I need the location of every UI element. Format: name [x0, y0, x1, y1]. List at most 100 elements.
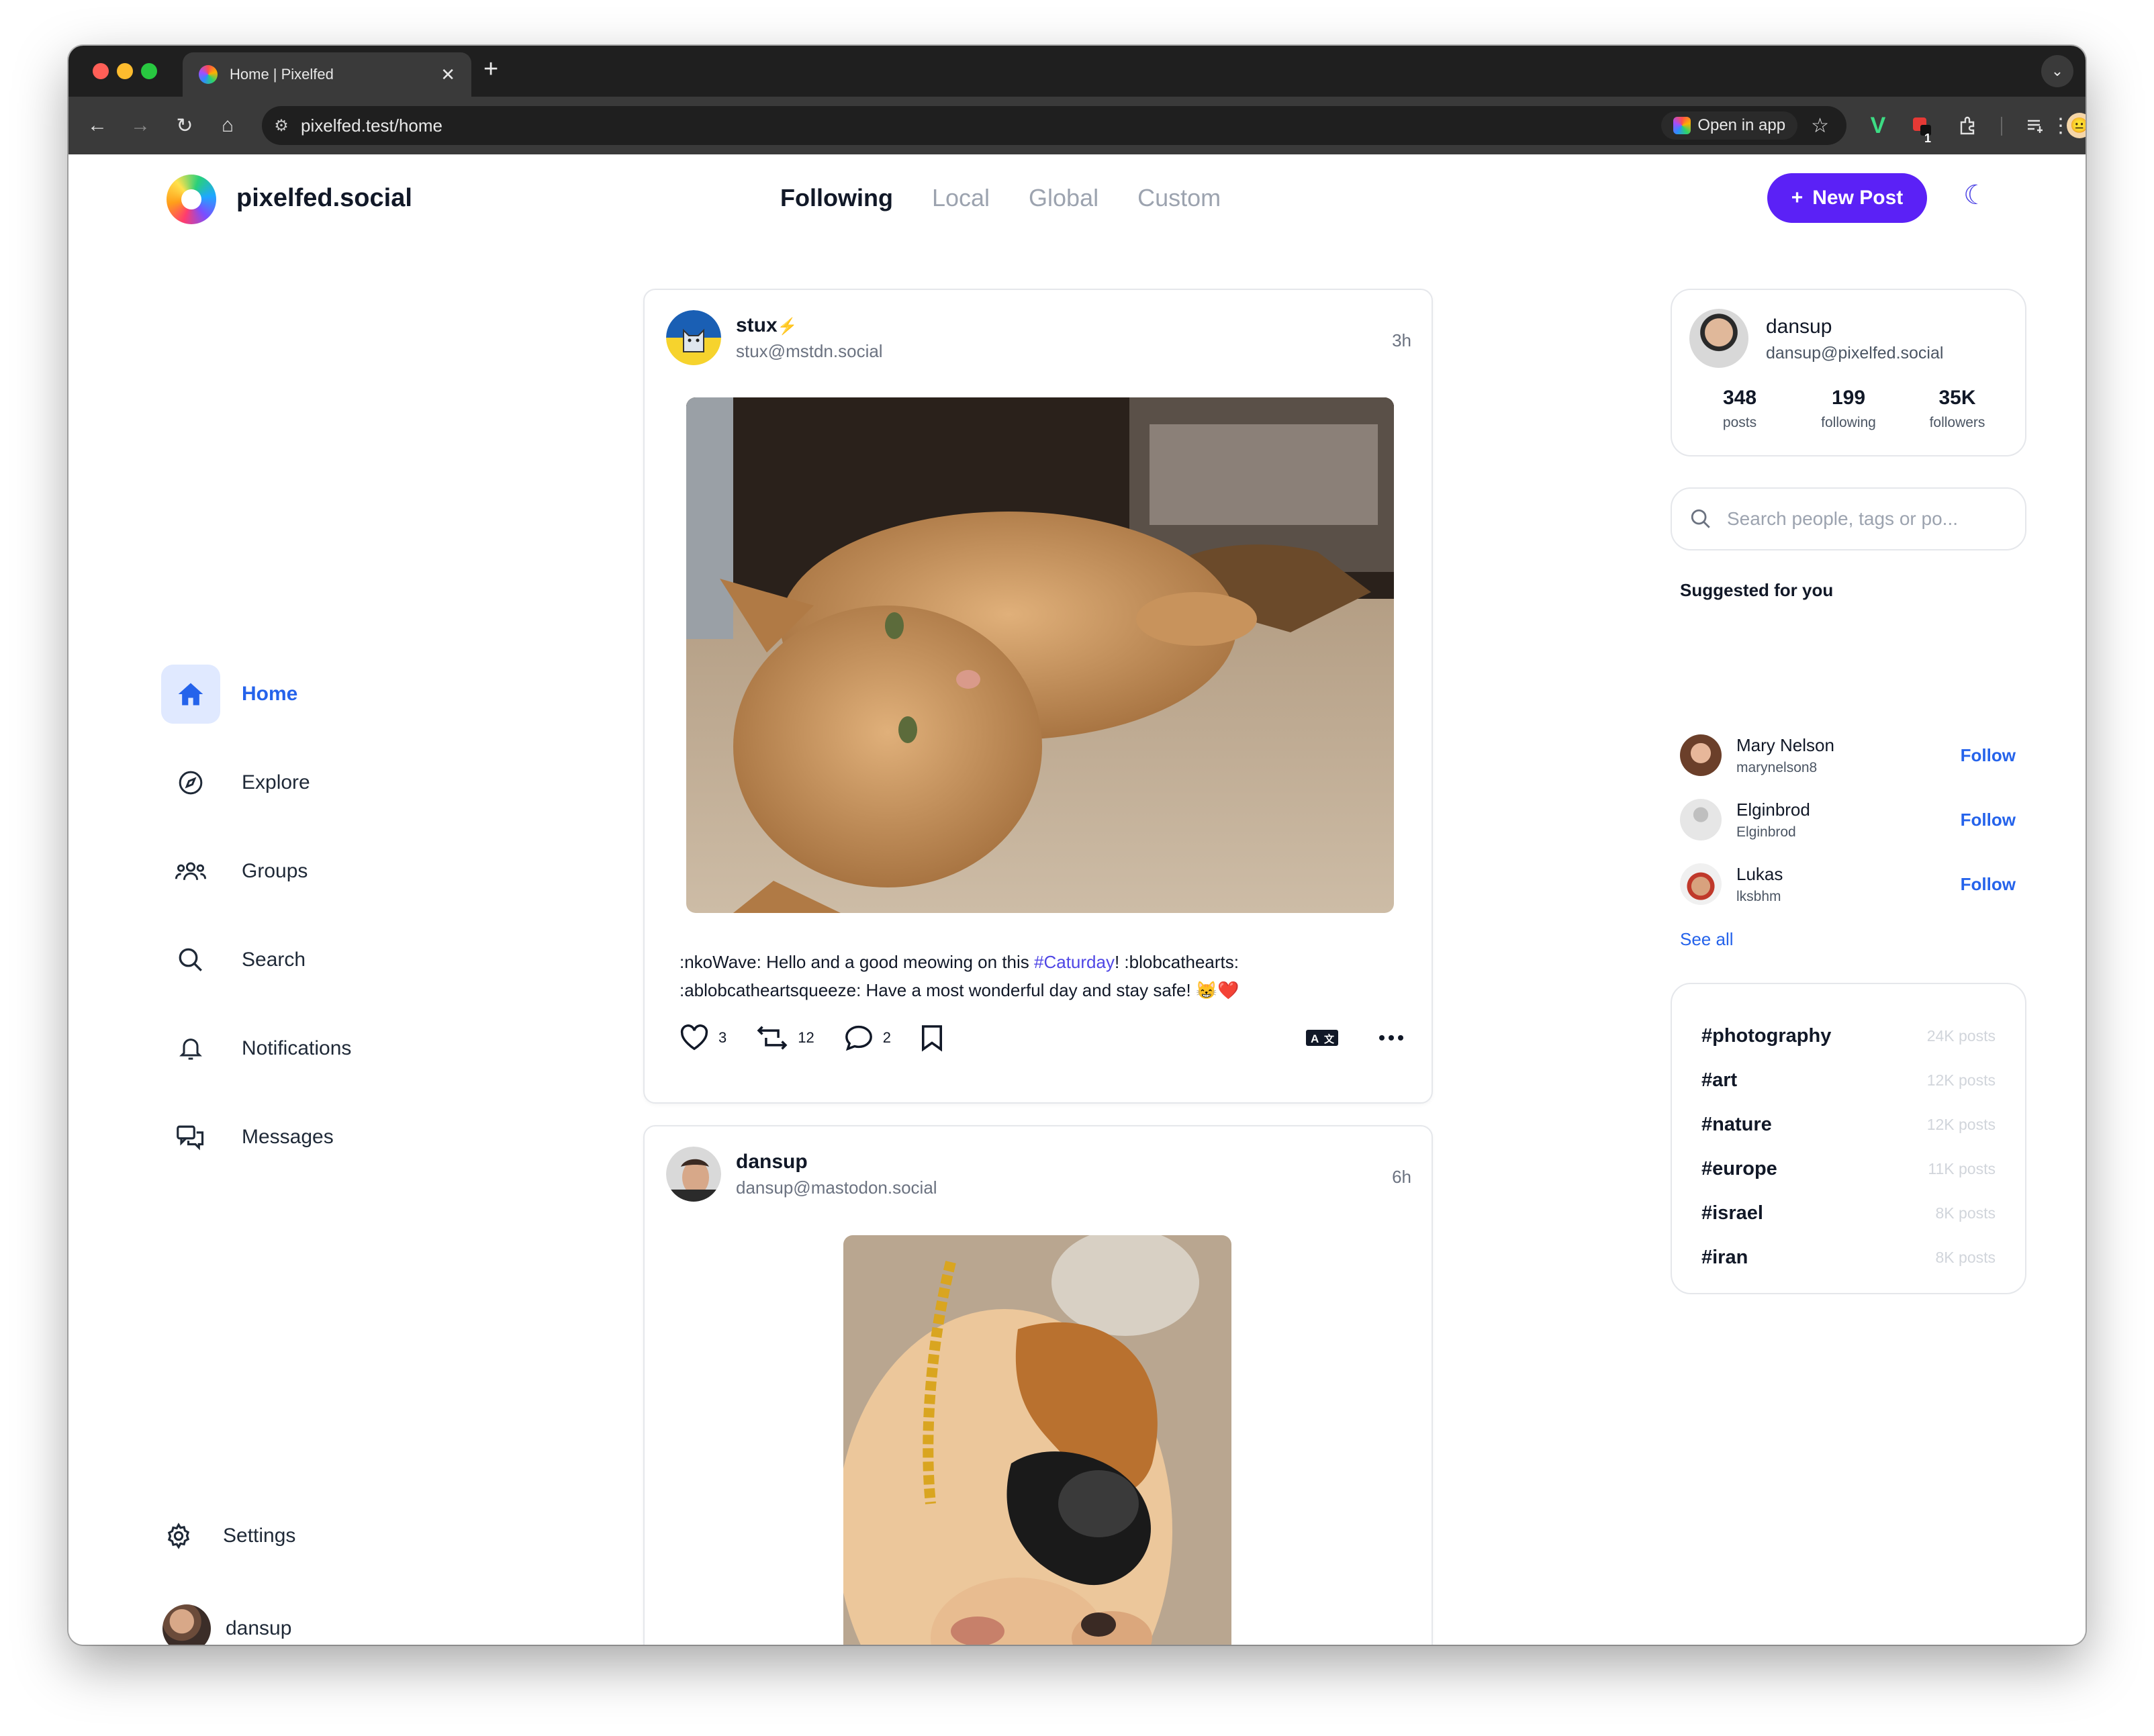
stat-following[interactable]: 199 following — [1798, 387, 1899, 431]
close-window-button[interactable] — [93, 63, 109, 79]
post-header: stux⚡ stux@mstdn.social — [666, 310, 883, 365]
more-options-icon[interactable] — [1378, 1034, 1405, 1042]
extension-badge-icon[interactable] — [1906, 110, 1936, 141]
dark-mode-moon-icon[interactable]: ☾ — [1963, 180, 1987, 211]
messages-icon — [161, 1108, 220, 1167]
browser-toolbar: ← → ↻ ⌂ ⚙ pixelfed.test/home Open in app… — [68, 97, 2086, 154]
sidebar-user[interactable]: dansup — [162, 1599, 291, 1645]
sidebar-item-settings[interactable]: Settings — [154, 1506, 295, 1565]
toolbar-divider — [2001, 117, 2002, 136]
sidebar-item-notifications[interactable]: Notifications — [161, 1019, 351, 1078]
plus-icon: + — [1791, 187, 1804, 209]
sidebar-item-messages[interactable]: Messages — [161, 1108, 334, 1167]
close-tab-icon[interactable]: ✕ — [440, 64, 455, 85]
trending-tag-row[interactable]: #photography 24K posts — [1701, 1014, 1996, 1058]
avatar — [162, 1604, 211, 1645]
post-card: dansup dansup@mastodon.social 6h — [643, 1125, 1433, 1645]
profile-card[interactable]: dansup dansup@pixelfed.social 348 posts … — [1671, 289, 2026, 456]
post-timestamp[interactable]: 3h — [1392, 330, 1411, 351]
trending-tag-row[interactable]: #art 12K posts — [1701, 1058, 1996, 1102]
trending-tag-row[interactable]: #europe 11K posts — [1701, 1147, 1996, 1191]
avatar[interactable] — [666, 310, 721, 365]
boost-count: 12 — [798, 1029, 814, 1046]
browser-window: Home | Pixelfed ✕ + ⌄ ← → ↻ ⌂ ⚙ pixelfed… — [68, 46, 2086, 1645]
pixelfed-page: pixelfed.social Following Local Global C… — [68, 154, 2086, 1645]
sidebar-item-label: Notifications — [242, 1037, 352, 1059]
tab-custom[interactable]: Custom — [1137, 184, 1221, 212]
new-post-button[interactable]: + New Post — [1767, 173, 1927, 223]
suggested-user-name[interactable]: Lukas — [1736, 864, 1783, 885]
svg-text:A: A — [1311, 1032, 1319, 1045]
post-author-name[interactable]: stux⚡ — [736, 314, 883, 337]
avatar[interactable] — [666, 1147, 721, 1202]
comment-button[interactable]: 2 — [844, 1024, 891, 1051]
trending-tag-row[interactable]: #nature 12K posts — [1701, 1102, 1996, 1147]
comment-icon — [845, 1025, 872, 1051]
translate-icon[interactable]: A文 — [1305, 1028, 1339, 1048]
bookmark-button[interactable] — [921, 1024, 943, 1052]
profile-stats: 348 posts 199 following 35K followers — [1672, 387, 2025, 431]
bookmark-star-icon[interactable]: ☆ — [1811, 114, 1829, 138]
post-image-cat[interactable] — [686, 397, 1394, 913]
extension-badge-count: 1 — [1924, 132, 1932, 145]
sidebar-item-search[interactable]: Search — [161, 930, 306, 990]
search-box[interactable] — [1671, 487, 2026, 550]
address-bar[interactable]: ⚙ pixelfed.test/home Open in app ☆ — [262, 106, 1846, 145]
extensions-puzzle-icon[interactable] — [1953, 110, 1983, 141]
stat-followers[interactable]: 35K followers — [1907, 387, 2008, 431]
minimize-window-button[interactable] — [117, 63, 133, 79]
open-in-app-button[interactable]: Open in app — [1661, 111, 1798, 140]
post-author-handle[interactable]: stux@mstdn.social — [736, 341, 883, 362]
settings-label: Settings — [223, 1525, 296, 1547]
follow-button[interactable]: Follow — [1961, 874, 2016, 895]
tab-search-dropdown-icon[interactable]: ⌄ — [2041, 55, 2073, 87]
repeat-icon — [757, 1026, 788, 1050]
like-button[interactable]: 3 — [680, 1024, 727, 1051]
bookmark-icon — [921, 1025, 943, 1052]
tab-local[interactable]: Local — [932, 184, 990, 212]
follow-button[interactable]: Follow — [1961, 745, 2016, 766]
post-author-name[interactable]: dansup — [736, 1151, 937, 1173]
post-author-handle[interactable]: dansup@mastodon.social — [736, 1177, 937, 1198]
post-header: dansup dansup@mastodon.social — [666, 1147, 937, 1202]
avatar[interactable] — [1680, 734, 1722, 776]
search-input[interactable] — [1727, 508, 2009, 530]
maximize-window-button[interactable] — [141, 63, 157, 79]
sidebar-username: dansup — [226, 1617, 292, 1639]
avatar[interactable] — [1680, 863, 1722, 905]
suggested-user-name[interactable]: Elginbrod — [1736, 800, 1810, 820]
suggested-user-name[interactable]: Mary Nelson — [1736, 735, 1834, 756]
trending-tag-row[interactable]: #iran 8K posts — [1701, 1235, 1996, 1280]
post-timestamp[interactable]: 6h — [1392, 1167, 1411, 1188]
tab-following[interactable]: Following — [780, 184, 893, 212]
reload-icon[interactable]: ↻ — [169, 110, 200, 141]
browser-menu-icon[interactable]: ⋮ — [2045, 110, 2076, 141]
search-icon — [161, 930, 220, 990]
vue-devtools-extension-icon[interactable]: V — [1863, 110, 1893, 141]
follow-button[interactable]: Follow — [1961, 810, 2016, 830]
compass-icon — [161, 753, 220, 812]
tab-global[interactable]: Global — [1029, 184, 1098, 212]
forward-icon[interactable]: → — [125, 110, 156, 141]
hashtag-link[interactable]: #Caturday — [1034, 952, 1115, 972]
profile-name[interactable]: dansup — [1766, 316, 1832, 338]
sidebar-item-home[interactable]: Home — [161, 665, 297, 724]
site-settings-icon[interactable]: ⚙ — [262, 116, 301, 136]
see-all-link[interactable]: See all — [1680, 929, 1734, 950]
post-image-dog[interactable] — [843, 1235, 1231, 1645]
stat-posts[interactable]: 348 posts — [1689, 387, 1790, 431]
pixelfed-logo-icon[interactable] — [167, 175, 216, 224]
trending-tag-row[interactable]: #israel 8K posts — [1701, 1191, 1996, 1235]
boost-button[interactable]: 12 — [756, 1024, 814, 1051]
new-tab-button[interactable]: + — [483, 55, 498, 84]
sidebar-item-label: Search — [242, 949, 306, 971]
avatar[interactable] — [1680, 799, 1722, 840]
browser-tab[interactable]: Home | Pixelfed ✕ — [183, 52, 471, 97]
post-card: stux⚡ stux@mstdn.social 3h:nkoWave: Hel… — [643, 289, 1433, 1104]
sidebar-item-groups[interactable]: Groups — [161, 842, 308, 901]
brand-name[interactable]: pixelfed.social — [236, 184, 412, 213]
back-icon[interactable]: ← — [82, 110, 113, 141]
sidebar-item-explore[interactable]: Explore — [161, 753, 310, 812]
home-browser-icon[interactable]: ⌂ — [212, 110, 243, 141]
app-logo-icon — [1673, 117, 1691, 134]
